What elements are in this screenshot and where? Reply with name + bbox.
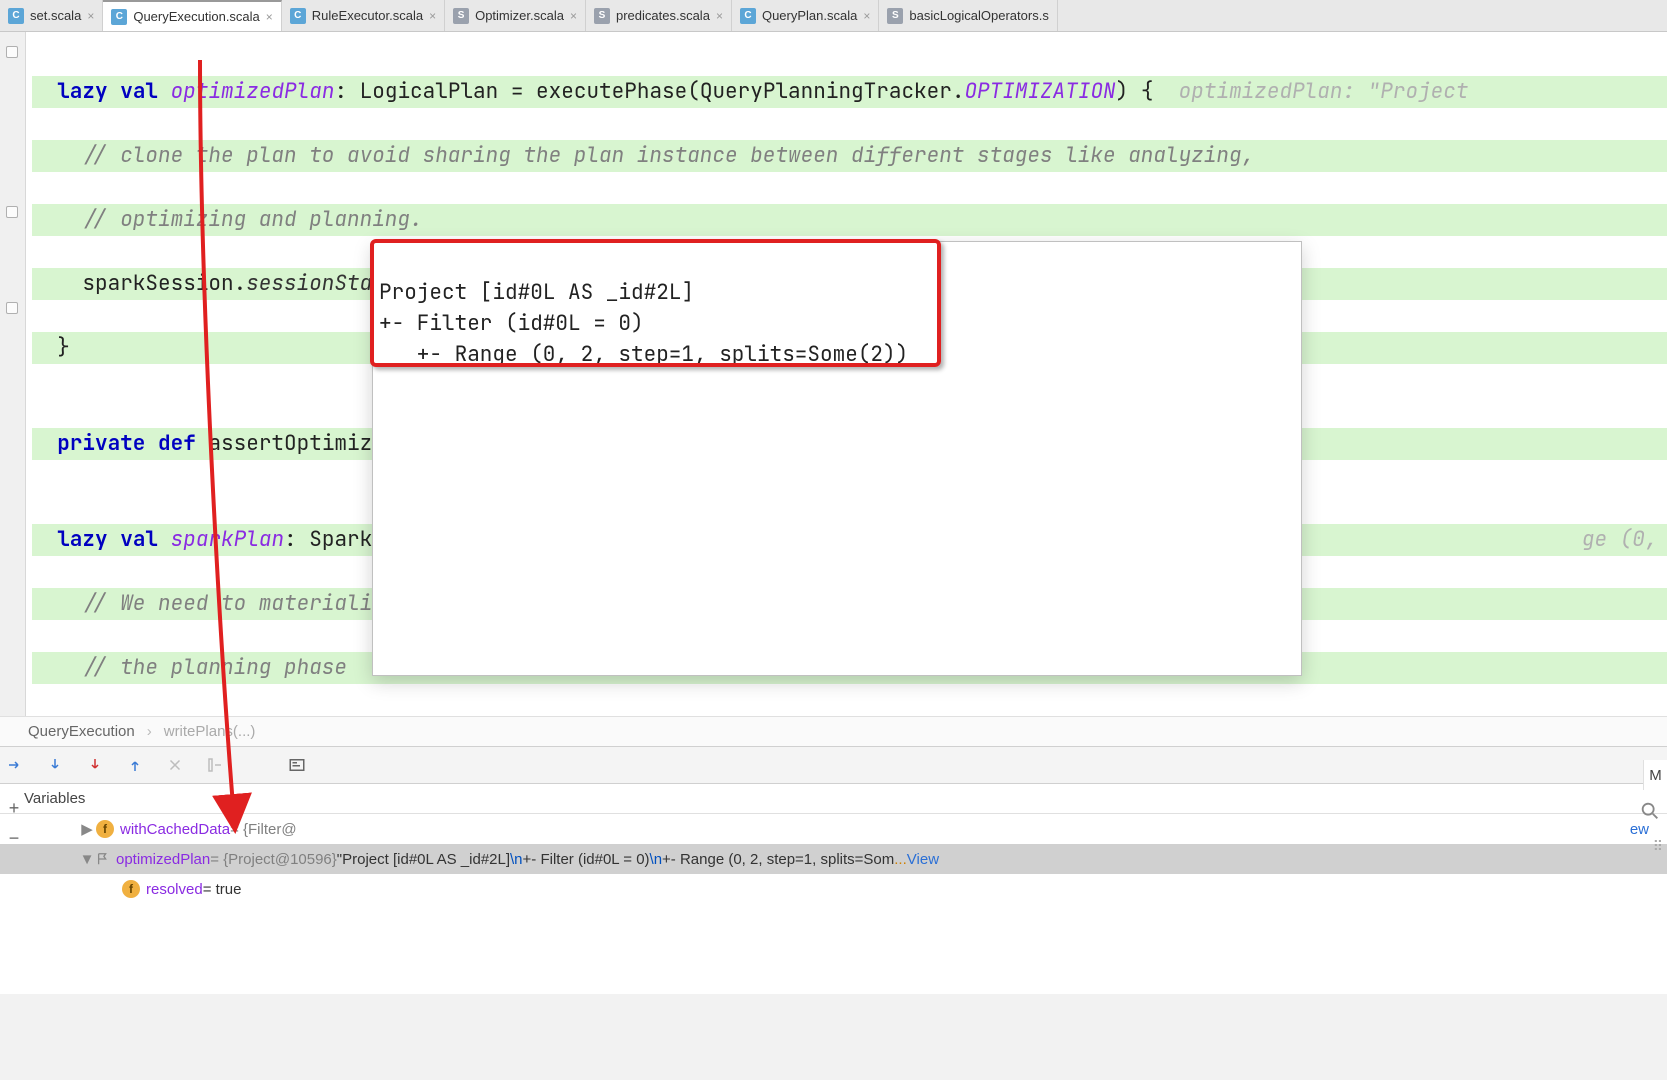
variable-row-resolved[interactable]: f resolved = true (0, 874, 1667, 904)
collapse-icon[interactable]: ▼ (78, 851, 96, 868)
close-icon[interactable]: × (266, 10, 273, 24)
tooltip-line: +- Range (0, 2, step=1, splits=Some(2)) (379, 341, 908, 368)
view-link[interactable]: View (907, 851, 939, 868)
tab-label: predicates.scala (616, 8, 710, 23)
variables-panel: ▶ f withCachedData = {Filter@ ew ▼ optim… (0, 814, 1667, 994)
tab-label: QueryExecution.scala (133, 9, 259, 24)
close-icon[interactable]: × (716, 9, 723, 23)
tab-ruleexecutor[interactable]: C RuleExecutor.scala × (282, 0, 445, 31)
scala-class-icon: C (740, 8, 756, 24)
scala-class-icon: C (8, 8, 24, 24)
close-icon[interactable]: × (87, 9, 94, 23)
close-icon[interactable]: × (863, 9, 870, 23)
force-step-into-icon[interactable] (86, 756, 104, 774)
step-out-icon[interactable] (126, 756, 144, 774)
breadcrumb-item[interactable]: writePlans(...) (164, 723, 256, 740)
fold-icon[interactable] (6, 46, 18, 58)
close-icon[interactable]: × (570, 9, 577, 23)
value-tooltip: Project [id#0L AS _id#2L] +- Filter (id#… (372, 241, 1302, 676)
variable-row-withcacheddata[interactable]: ▶ f withCachedData = {Filter@ ew (0, 814, 1667, 844)
resize-grip-icon[interactable]: ⠿ (1653, 838, 1663, 855)
view-link[interactable]: ew (1630, 821, 1649, 838)
tab-label: RuleExecutor.scala (312, 8, 423, 23)
scala-class-icon: C (111, 9, 127, 25)
tab-queryexecution[interactable]: C QueryExecution.scala × (103, 0, 281, 31)
fold-icon[interactable] (6, 206, 18, 218)
scala-file-icon: S (453, 8, 469, 24)
tab-label: set.scala (30, 8, 81, 23)
scala-file-icon: S (594, 8, 610, 24)
step-into-icon[interactable] (46, 756, 64, 774)
right-panel-hint[interactable]: M (1643, 760, 1667, 790)
add-watch-button[interactable]: + (4, 798, 24, 818)
tab-set[interactable]: C set.scala × (0, 0, 103, 31)
search-icon[interactable] (1639, 800, 1661, 822)
fold-icon[interactable] (6, 302, 18, 314)
field-badge-icon: f (96, 820, 114, 838)
editor-gutter (0, 32, 26, 716)
breadcrumb[interactable]: QueryExecution › writePlans(...) (0, 716, 1667, 746)
remove-watch-button[interactable]: − (4, 828, 24, 848)
run-to-cursor-icon[interactable] (206, 756, 224, 774)
variable-row-optimizedplan[interactable]: ▼ optimizedPlan = {Project@10596} "Proje… (0, 844, 1667, 874)
drop-frame-icon[interactable] (166, 756, 184, 774)
debug-toolbar (0, 746, 1667, 784)
step-over-icon[interactable] (6, 756, 24, 774)
variables-title: Variables (24, 790, 85, 807)
evaluate-expression-icon[interactable] (288, 756, 306, 774)
tab-label: Optimizer.scala (475, 8, 564, 23)
tab-label: QueryPlan.scala (762, 8, 857, 23)
tab-optimizer[interactable]: S Optimizer.scala × (445, 0, 586, 31)
scala-file-icon: S (887, 8, 903, 24)
variables-left-toolbar: + − (4, 798, 28, 848)
tab-basiclogicaloperators[interactable]: S basicLogicalOperators.s (879, 0, 1057, 31)
tab-predicates[interactable]: S predicates.scala × (586, 0, 732, 31)
close-icon[interactable]: × (429, 9, 436, 23)
flag-icon (96, 852, 110, 866)
tab-label: basicLogicalOperators.s (909, 8, 1048, 23)
field-badge-icon: f (122, 880, 140, 898)
expand-icon[interactable]: ▶ (78, 820, 96, 838)
tooltip-line: Project [id#0L AS _id#2L] (379, 279, 694, 306)
tab-strip: C set.scala × C QueryExecution.scala × C… (0, 0, 1667, 32)
variables-panel-header: Variables (0, 784, 1667, 814)
tab-queryplan[interactable]: C QueryPlan.scala × (732, 0, 879, 31)
scala-class-icon: C (290, 8, 306, 24)
tooltip-line: +- Filter (id#0L = 0) (379, 310, 644, 337)
chevron-right-icon: › (147, 723, 152, 740)
breadcrumb-item[interactable]: QueryExecution (28, 723, 135, 740)
